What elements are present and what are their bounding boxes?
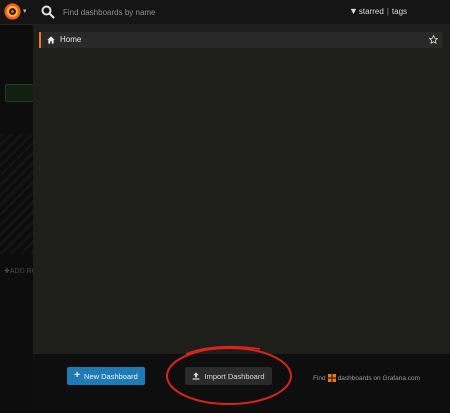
new-dashboard-button[interactable]: + New Dashboard bbox=[67, 367, 145, 385]
grafana-com-link[interactable]: dashboards on Grafana.com bbox=[338, 375, 420, 382]
top-navbar: ▾ ▼starred|tags bbox=[0, 0, 450, 25]
find-dashboards-text: Find dashboards on Grafana.com bbox=[313, 374, 421, 382]
plus-icon: + bbox=[74, 370, 81, 381]
grafana-grid-icon bbox=[327, 374, 336, 382]
search-footer: + New Dashboard Import Dashboard Find da… bbox=[33, 354, 450, 413]
filter-starred[interactable]: ▼starred bbox=[349, 6, 384, 16]
filter-tags[interactable]: tags bbox=[392, 7, 407, 16]
filter-icon: ▼ bbox=[349, 6, 358, 16]
chevron-down-icon[interactable]: ▾ bbox=[23, 7, 27, 15]
search-result-home[interactable]: Home bbox=[39, 32, 442, 48]
search-result-label: Home bbox=[60, 35, 82, 44]
filter-separator: | bbox=[386, 7, 389, 16]
search-results-panel: Home bbox=[33, 24, 450, 354]
grafana-logo-icon[interactable] bbox=[3, 2, 22, 21]
background-dashboard: ✚ADD RO bbox=[0, 24, 37, 413]
search-icon bbox=[41, 5, 55, 19]
star-icon[interactable] bbox=[429, 35, 438, 44]
search-input[interactable] bbox=[63, 3, 303, 21]
import-dashboard-button[interactable]: Import Dashboard bbox=[185, 367, 272, 385]
background-button bbox=[5, 84, 35, 102]
background-panel bbox=[0, 134, 33, 254]
home-icon bbox=[47, 36, 55, 44]
search-filters: ▼starred | tags bbox=[349, 6, 407, 16]
upload-icon bbox=[193, 372, 200, 380]
